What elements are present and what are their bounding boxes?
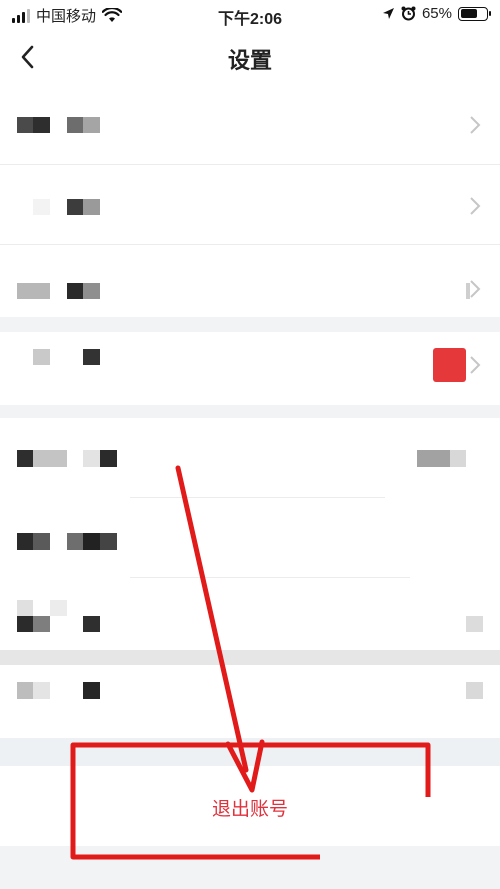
alarm-icon	[401, 6, 416, 21]
section-divider	[0, 317, 500, 332]
redacted-label	[17, 533, 33, 550]
settings-row-4[interactable]	[0, 332, 500, 405]
redacted-label	[67, 533, 83, 550]
settings-row-6[interactable]	[0, 498, 500, 578]
battery-icon	[458, 6, 491, 21]
section-divider	[0, 405, 500, 418]
status-right: 65%	[382, 5, 491, 22]
redacted-label	[33, 349, 50, 365]
page-title: 设置	[227, 48, 272, 73]
redacted-label	[33, 616, 50, 632]
redacted-label	[17, 600, 33, 616]
redacted-label	[17, 450, 33, 467]
redacted-label	[100, 450, 117, 467]
section-divider	[0, 738, 500, 766]
chevron-right-icon	[470, 197, 481, 215]
redacted-label	[17, 616, 33, 632]
logout-button[interactable]: 退出账号	[0, 766, 500, 846]
redacted-label	[33, 682, 50, 699]
redacted-label	[83, 616, 100, 632]
redacted-label	[67, 117, 83, 133]
chevron-right-icon	[470, 280, 481, 298]
battery-percent: 65%	[421, 5, 452, 22]
chevron-right-icon	[470, 356, 481, 374]
settings-row-1[interactable]	[0, 85, 500, 165]
settings-row-5[interactable]	[0, 418, 500, 498]
redacted-value	[466, 616, 483, 632]
redacted-label	[33, 450, 67, 467]
redacted-label	[83, 533, 100, 550]
redacted-label	[83, 199, 100, 215]
redacted-label	[100, 533, 117, 550]
redacted-value	[417, 450, 450, 467]
redacted-label	[67, 199, 83, 215]
redacted-label	[83, 349, 100, 365]
settings-row-8[interactable]	[0, 665, 500, 738]
redacted-label	[33, 117, 50, 133]
redacted-label	[50, 600, 67, 616]
redacted-label	[83, 682, 100, 699]
redacted-label	[33, 199, 50, 215]
redacted-label	[83, 450, 100, 467]
red-badge	[433, 348, 466, 382]
redacted-label	[67, 283, 83, 299]
settings-row-7[interactable]	[0, 578, 500, 650]
status-bar: 中国移动 下午2:06 65%	[0, 0, 500, 30]
redacted-label	[83, 117, 100, 133]
redacted-label	[17, 682, 33, 699]
nav-bar: 设置	[0, 30, 500, 85]
redacted-label	[17, 117, 33, 133]
redacted-value	[450, 450, 466, 467]
redacted-label	[33, 533, 50, 550]
logout-label: 退出账号	[211, 799, 288, 820]
settings-row-3[interactable]	[0, 245, 500, 317]
redacted-value	[466, 682, 483, 699]
settings-row-2[interactable]	[0, 165, 500, 245]
section-divider	[0, 650, 500, 665]
location-icon	[382, 8, 394, 19]
chevron-right-icon	[470, 116, 481, 134]
redacted-label	[17, 283, 50, 299]
redacted-label	[83, 283, 100, 299]
